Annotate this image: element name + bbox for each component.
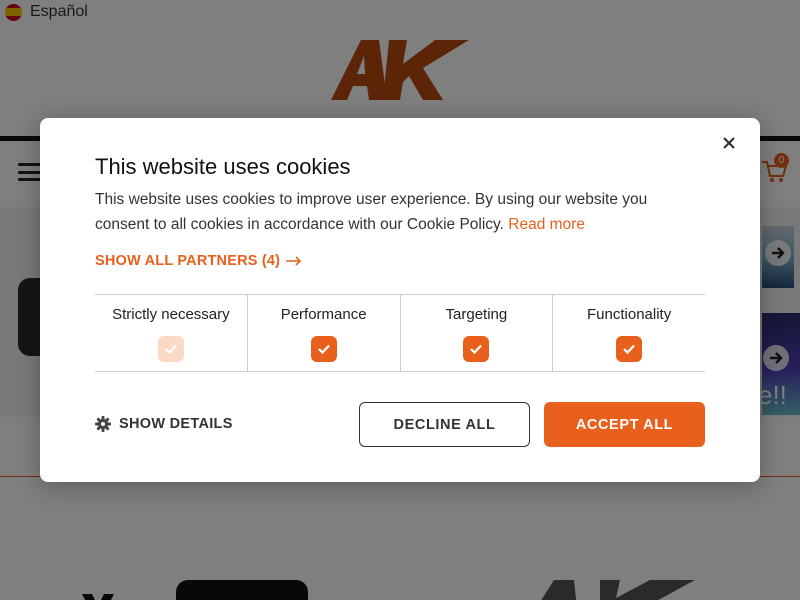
cookie-categories: Strictly necessary Performance Targeting… [95, 294, 705, 372]
checkbox-targeting[interactable] [463, 336, 490, 362]
cookie-consent-dialog: This website uses cookies This website u… [40, 118, 760, 482]
category-strictly-necessary: Strictly necessary [95, 295, 247, 371]
show-details-button[interactable]: SHOW DETAILS [95, 416, 233, 432]
read-more-link[interactable]: Read more [508, 216, 585, 233]
checkbox-functionality[interactable] [616, 336, 643, 362]
category-targeting: Targeting [399, 295, 553, 371]
partners-label: SHOW ALL PARTNERS (4) [95, 253, 281, 269]
decline-all-button[interactable]: DECLINE ALL [359, 402, 530, 447]
category-functionality: Functionality [552, 295, 705, 371]
dialog-description: This website uses cookies to improve use… [95, 187, 685, 237]
category-label: Strictly necessary [112, 306, 230, 323]
long-arrow-right-icon [286, 256, 302, 266]
checkmark-icon [317, 344, 330, 355]
gear-icon [95, 416, 111, 432]
dialog-title: This website uses cookies [95, 154, 351, 179]
checkbox-strictly-necessary [157, 336, 184, 362]
show-details-label: SHOW DETAILS [119, 416, 233, 432]
close-icon[interactable] [718, 132, 740, 154]
checkbox-performance[interactable] [310, 336, 337, 362]
checkmark-icon [165, 344, 177, 355]
show-partners-link[interactable]: SHOW ALL PARTNERS (4) [95, 253, 302, 269]
category-performance: Performance [246, 295, 400, 371]
checkmark-icon [623, 344, 635, 355]
checkmark-icon [470, 344, 483, 355]
accept-all-button[interactable]: ACCEPT ALL [544, 402, 705, 447]
category-label: Functionality [587, 306, 672, 323]
category-label: Targeting [445, 306, 508, 323]
category-label: Performance [280, 306, 367, 323]
